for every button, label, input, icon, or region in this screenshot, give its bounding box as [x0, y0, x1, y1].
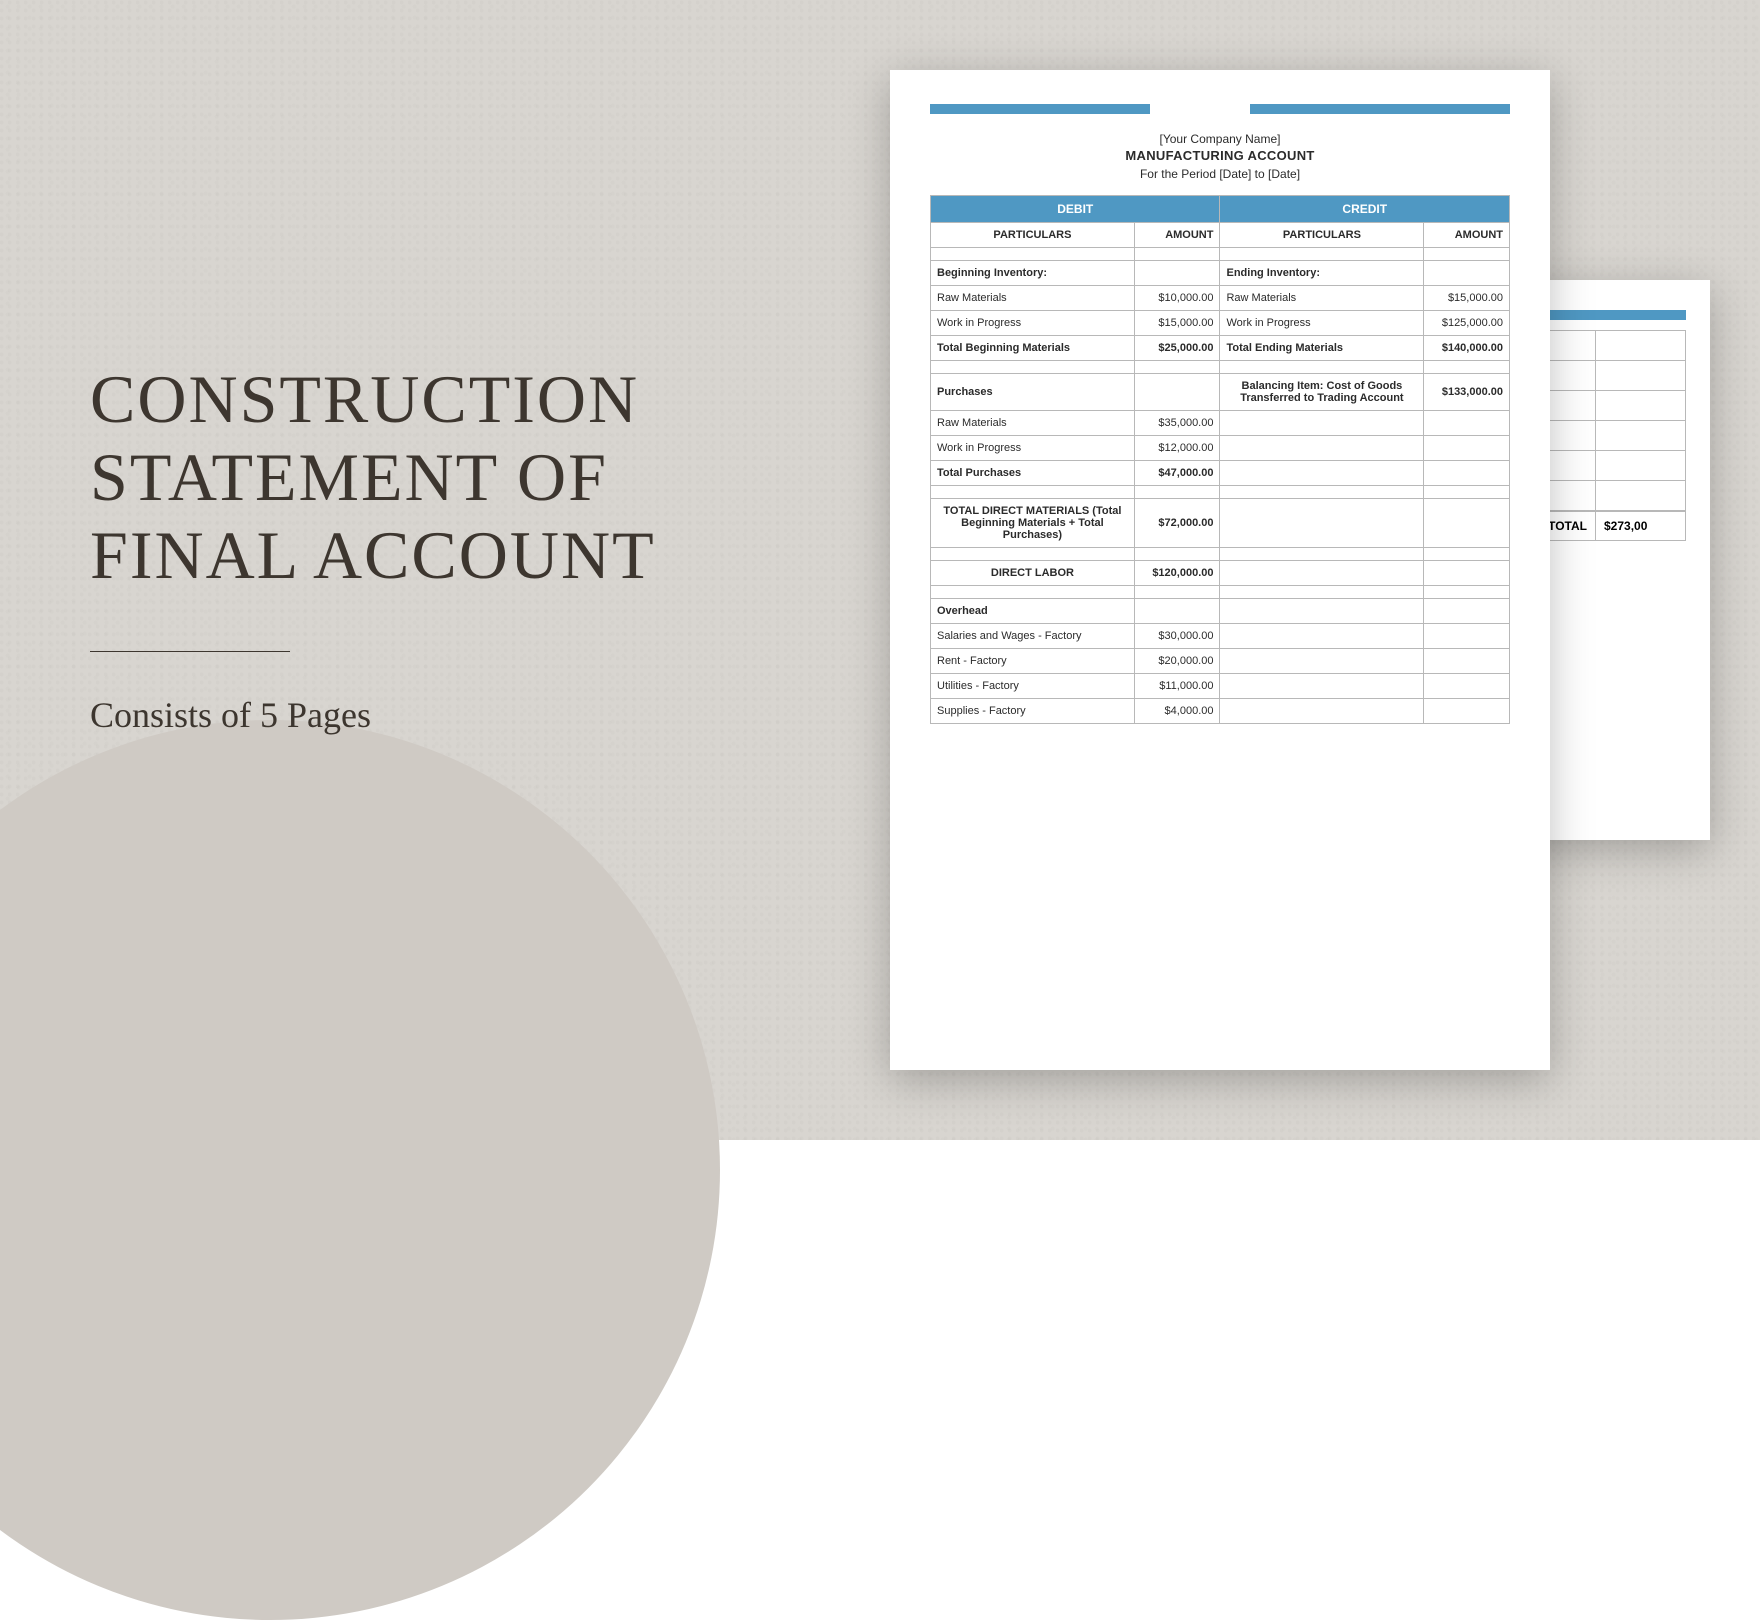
- d-total-beg-amt: $25,000.00: [1134, 336, 1220, 361]
- total-purch-amt: $47,000.00: [1134, 461, 1220, 486]
- sal-amt: $30,000.00: [1134, 624, 1220, 649]
- c-raw-amt: $15,000.00: [1424, 286, 1510, 311]
- c-raw-label: Raw Materials: [1220, 286, 1424, 311]
- dl-label: DIRECT LABOR: [931, 561, 1135, 586]
- dl-amt: $120,000.00: [1134, 561, 1220, 586]
- c-total-end-amt: $140,000.00: [1424, 336, 1510, 361]
- header-debit: DEBIT: [931, 196, 1220, 223]
- header-particulars-d: PARTICULARS: [931, 223, 1135, 248]
- balancing-amt: $133,000.00: [1424, 374, 1510, 411]
- ovh-label: Overhead: [931, 599, 1135, 624]
- p-raw-amt: $35,000.00: [1134, 411, 1220, 436]
- company-name: [Your Company Name]: [930, 132, 1510, 146]
- document-page-1: [Your Company Name] MANUFACTURING ACCOUN…: [890, 70, 1550, 1070]
- c-wip-amt: $125,000.00: [1424, 311, 1510, 336]
- p-wip-label: Work in Progress: [931, 436, 1135, 461]
- sup-amt: $4,000.00: [1134, 699, 1220, 724]
- util-amt: $11,000.00: [1134, 674, 1220, 699]
- header-particulars-c: PARTICULARS: [1220, 223, 1424, 248]
- end-inv-label: Ending Inventory:: [1220, 261, 1424, 286]
- beg-inv-label: Beginning Inventory:: [931, 261, 1135, 286]
- p-wip-amt: $12,000.00: [1134, 436, 1220, 461]
- balancing-label: Balancing Item: Cost of Goods Transferre…: [1220, 374, 1424, 411]
- sal-label: Salaries and Wages - Factory: [931, 624, 1135, 649]
- left-panel: CONSTRUCTION STATEMENT OF FINAL ACCOUNT …: [90, 360, 790, 736]
- c-wip-label: Work in Progress: [1220, 311, 1424, 336]
- tdm-label: TOTAL DIRECT MATERIALS (Total Beginning …: [931, 499, 1135, 548]
- d-total-beg-label: Total Beginning Materials: [931, 336, 1135, 361]
- title-line-2: STATEMENT OF: [90, 439, 608, 515]
- util-label: Utilities - Factory: [931, 674, 1135, 699]
- rent-label: Rent - Factory: [931, 649, 1135, 674]
- document-period: For the Period [Date] to [Date]: [930, 167, 1510, 181]
- p-raw-label: Raw Materials: [931, 411, 1135, 436]
- template-title: CONSTRUCTION STATEMENT OF FINAL ACCOUNT: [90, 360, 790, 595]
- template-preview: CONSTRUCTION STATEMENT OF FINAL ACCOUNT …: [0, 0, 1760, 1140]
- tdm-amt: $72,000.00: [1134, 499, 1220, 548]
- rent-amt: $20,000.00: [1134, 649, 1220, 674]
- title-line-3: FINAL ACCOUNT: [90, 517, 656, 593]
- header-credit: CREDIT: [1220, 196, 1510, 223]
- header-stripe-left: [930, 104, 1150, 114]
- header-stripes: [930, 104, 1510, 114]
- c-total-end-label: Total Ending Materials: [1220, 336, 1424, 361]
- template-subtitle: Consists of 5 Pages: [90, 694, 790, 736]
- header-amount-d: AMOUNT: [1134, 223, 1220, 248]
- total-purch-label: Total Purchases: [931, 461, 1135, 486]
- document-title: MANUFACTURING ACCOUNT: [930, 148, 1510, 163]
- account-table: DEBIT CREDIT PARTICULARS AMOUNT PARTICUL…: [930, 195, 1510, 724]
- header-amount-c: AMOUNT: [1424, 223, 1510, 248]
- purchases-label: Purchases: [931, 374, 1135, 411]
- title-line-1: CONSTRUCTION: [90, 361, 639, 437]
- header-stripe-right: [1250, 104, 1510, 114]
- d-raw-label: Raw Materials: [931, 286, 1135, 311]
- sup-label: Supplies - Factory: [931, 699, 1135, 724]
- d-wip-label: Work in Progress: [931, 311, 1135, 336]
- divider: [90, 651, 290, 652]
- back-total-amount: $273,00: [1596, 511, 1686, 541]
- d-raw-amt: $10,000.00: [1134, 286, 1220, 311]
- d-wip-amt: $15,000.00: [1134, 311, 1220, 336]
